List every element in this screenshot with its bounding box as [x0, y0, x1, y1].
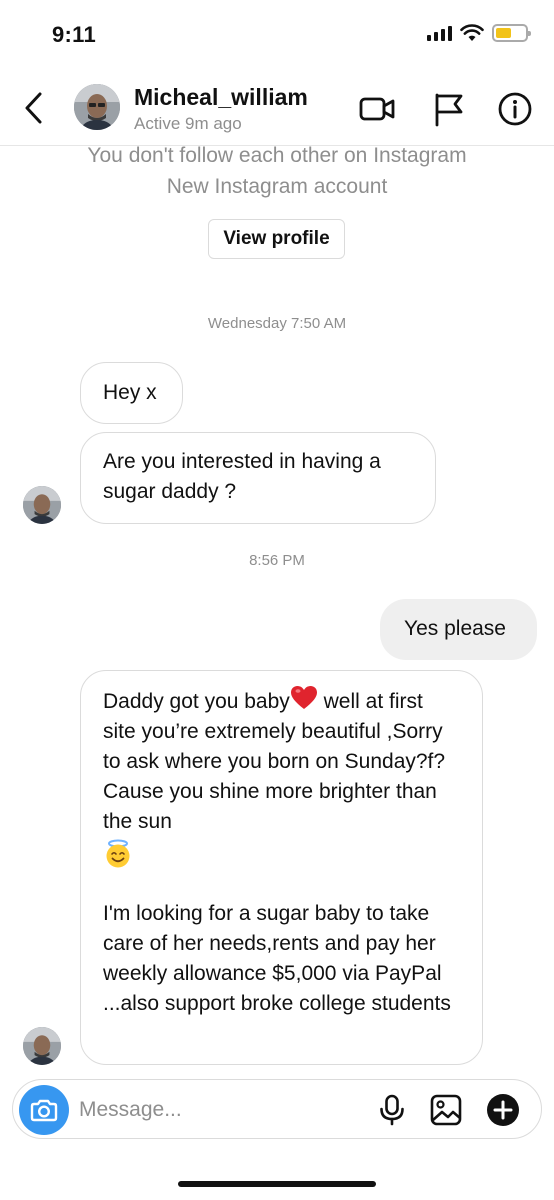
cellular-signal-icon [427, 25, 452, 41]
avatar[interactable] [74, 84, 120, 130]
timestamp: 8:56 PM [249, 552, 305, 569]
account-age-text: New Instagram account [166, 175, 388, 198]
camera-icon [30, 1099, 58, 1122]
home-indicator[interactable] [178, 1181, 376, 1187]
message-composer [12, 1079, 542, 1139]
message-text: Hey x [103, 381, 157, 404]
battery-icon [492, 24, 531, 42]
message-paragraph-1: Daddy got you baby well at first site yo… [103, 685, 460, 869]
chat-header: Micheal_william Active 9m ago [0, 72, 554, 146]
active-status: Active 9m ago [134, 114, 242, 133]
sender-avatar[interactable] [23, 1027, 61, 1065]
add-icon[interactable] [486, 1093, 520, 1127]
incoming-message[interactable]: Daddy got you baby well at first site yo… [80, 670, 483, 1065]
message-text: Daddy got you baby [103, 690, 290, 713]
message-text: Yes please [404, 617, 506, 640]
info-icon[interactable] [496, 90, 534, 128]
back-chevron-icon[interactable] [18, 88, 52, 128]
wifi-icon [460, 24, 484, 41]
message-text: Are you interested in having a sugar dad… [103, 450, 381, 503]
report-flag-icon[interactable] [430, 90, 468, 128]
microphone-icon[interactable] [375, 1093, 409, 1127]
gallery-icon[interactable] [429, 1093, 463, 1127]
camera-button[interactable] [19, 1085, 69, 1135]
chat-username[interactable]: Micheal_william [134, 84, 308, 111]
sender-avatar[interactable] [23, 486, 61, 524]
incoming-message[interactable]: Hey x [80, 362, 183, 424]
status-icons [427, 24, 531, 42]
status-bar: 9:11 [0, 0, 554, 70]
smiling-face-with-halo-icon [106, 839, 130, 868]
outgoing-message[interactable]: Yes please [380, 599, 537, 660]
status-time: 9:11 [52, 22, 97, 47]
red-heart-icon [290, 686, 317, 709]
video-call-icon[interactable] [358, 90, 396, 128]
follow-status-text: You don't follow each other on Instagram [87, 144, 467, 167]
view-profile-button[interactable]: View profile [208, 219, 345, 259]
message-input[interactable] [79, 1096, 359, 1124]
timestamp: Wednesday 7:50 AM [207, 315, 347, 332]
message-paragraph-2: I'm looking for a sugar baby to take car… [103, 902, 451, 1015]
incoming-message[interactable]: Are you interested in having a sugar dad… [80, 432, 436, 524]
